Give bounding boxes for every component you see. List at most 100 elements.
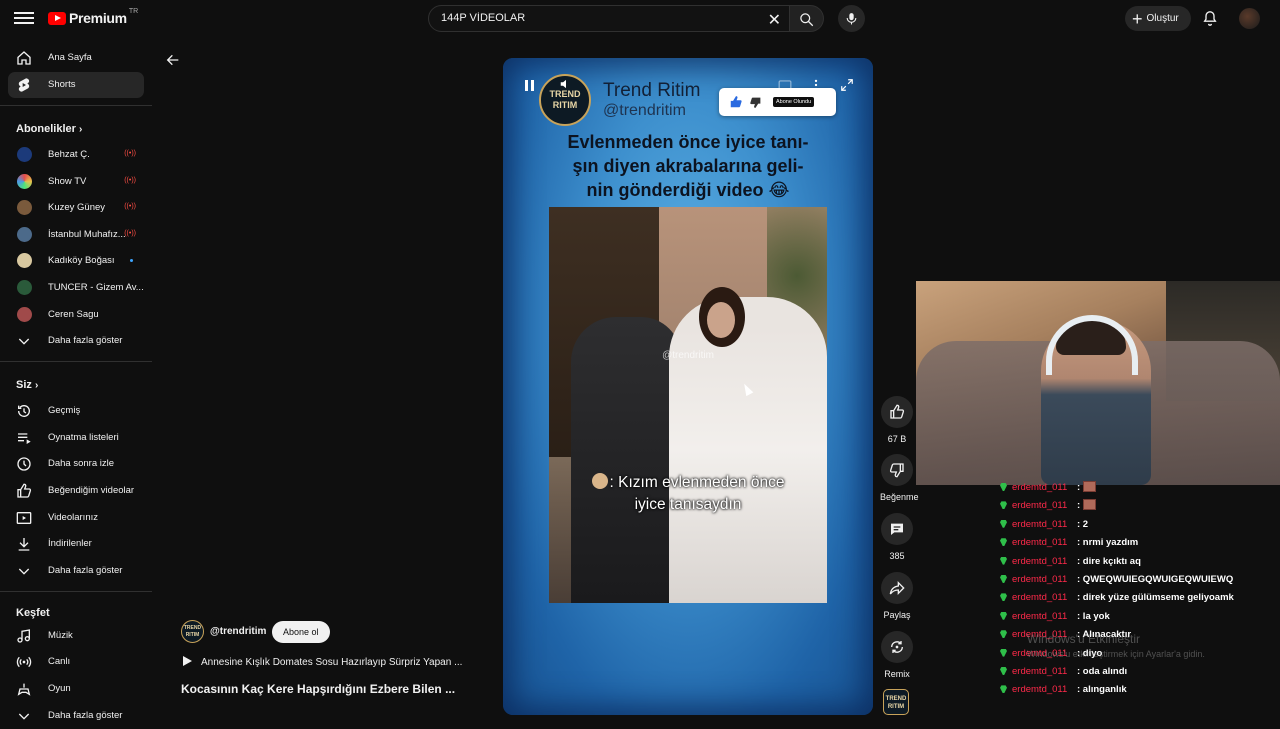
- voice-search-button[interactable]: [838, 5, 865, 32]
- live-indicator-icon: ((•)): [124, 230, 136, 237]
- sidebar-item-subscription[interactable]: Kadıköy Boğası: [8, 248, 144, 274]
- chevron-down-icon: [18, 338, 30, 345]
- dislike-button[interactable]: Beğenme: [880, 454, 919, 502]
- subscriptions-heading[interactable]: Abonelikler ›: [16, 123, 82, 135]
- remix-button[interactable]: Remix: [880, 631, 914, 679]
- chat-username[interactable]: erdemtd_011: [1012, 500, 1067, 511]
- channel-handle-link[interactable]: @trendritim: [210, 626, 266, 637]
- sidebar-item-label: Kuzey Güney: [48, 202, 106, 213]
- chat-username[interactable]: erdemtd_011: [1012, 611, 1067, 622]
- search-box[interactable]: ✕: [428, 5, 790, 32]
- subscribe-popup: Abone Olundu: [719, 88, 836, 116]
- menu-icon[interactable]: [14, 9, 34, 29]
- sidebar-item-label: TUNCER - Gizem Av...: [48, 282, 144, 293]
- pause-icon[interactable]: [525, 78, 537, 96]
- sidebar-item-history[interactable]: Geçmiş: [8, 398, 144, 424]
- like-button[interactable]: 67 B: [880, 396, 914, 444]
- chat-username[interactable]: erdemtd_011: [1012, 684, 1067, 695]
- search-icon: [800, 13, 814, 27]
- channel-pivot-avatar[interactable]: TREND RITIM: [883, 689, 909, 715]
- more-vertical-icon[interactable]: [809, 78, 823, 92]
- channel-avatar: [17, 253, 32, 268]
- notifications-bell-icon[interactable]: [1202, 10, 1218, 27]
- chevron-right-icon: ›: [78, 124, 83, 135]
- sidebar-item-liked-videos[interactable]: Beğendiğim videolar: [8, 478, 144, 504]
- subscribe-button[interactable]: Abone ol: [272, 621, 330, 643]
- chat-username[interactable]: erdemtd_011: [1012, 482, 1067, 493]
- chat-username[interactable]: erdemtd_011: [1012, 574, 1067, 585]
- sidebar-item-subscription[interactable]: TUNCER - Gizem Av...: [8, 275, 144, 301]
- create-label: Oluştur: [1146, 13, 1179, 24]
- sidebar-item-show-more[interactable]: Daha fazla göster: [8, 703, 144, 729]
- sidebar-item-label: Daha sonra izle: [48, 458, 115, 469]
- share-button[interactable]: Paylaş: [880, 572, 914, 620]
- sidebar-item-downloads[interactable]: İndirilenler: [8, 531, 144, 557]
- sidebar-item-subscription[interactable]: Behzat Ç. ((•)): [8, 142, 144, 168]
- captions-icon[interactable]: [777, 78, 793, 92]
- sidebar-item-label: Shorts: [48, 79, 76, 90]
- chat-username[interactable]: erdemtd_011: [1012, 556, 1067, 567]
- sidebar-item-subscription[interactable]: Show TV ((•)): [8, 169, 144, 195]
- kick-badge-icon: [1000, 519, 1007, 528]
- comments-button[interactable]: 385: [880, 513, 914, 561]
- clock-icon: [17, 457, 31, 471]
- thumbs-down-icon: [750, 97, 761, 108]
- fullscreen-icon[interactable]: [840, 78, 854, 92]
- sidebar-item-subscription[interactable]: Kuzey Güney ((•)): [8, 195, 144, 221]
- playlist-icon: [18, 433, 31, 444]
- sidebar: Ana Sayfa Shorts Abonelikler › Behzat Ç.…: [0, 40, 152, 721]
- search-button[interactable]: [790, 5, 824, 32]
- kick-badge-icon: [1000, 483, 1007, 491]
- related-video-link[interactable]: Annesine Kışlık Domates Sosu Hazırlayıp …: [183, 656, 462, 668]
- grandma-emoji-icon: [591, 473, 608, 489]
- sidebar-item-home[interactable]: Ana Sayfa: [8, 45, 144, 71]
- sidebar-item-playlists[interactable]: Oynatma listeleri: [8, 425, 144, 451]
- sidebar-item-label: Daha fazla göster: [48, 565, 123, 576]
- sidebar-item-subscription[interactable]: Ceren Sagu: [8, 302, 144, 328]
- chat-message: erdemtd_011: QWEQWUIEGQWUIGEQWUIEWQ: [995, 572, 1280, 590]
- back-arrow-icon[interactable]: [165, 52, 181, 68]
- sidebar-item-show-more[interactable]: Daha fazla göster: [8, 328, 144, 354]
- channel-avatar[interactable]: TREND RITIM: [181, 620, 204, 643]
- chat-text: : 2: [1077, 518, 1089, 530]
- brand-label: Premium: [69, 10, 127, 26]
- youtube-premium-logo[interactable]: Premium TR: [48, 8, 138, 26]
- kick-badge-icon: [1000, 648, 1007, 657]
- kick-badge-icon: [1000, 667, 1007, 675]
- sidebar-item-subscription[interactable]: İstanbul Muhafız... ((•)): [8, 222, 144, 248]
- sidebar-item-show-more[interactable]: Daha fazla göster: [8, 558, 144, 584]
- sidebar-item-music[interactable]: Müzik: [8, 623, 144, 649]
- video-watermark: @trendritim: [662, 350, 714, 361]
- sidebar-item-label: Müzik: [48, 630, 73, 641]
- sidebar-item-your-videos[interactable]: Videolarınız: [8, 505, 144, 531]
- divider: [0, 591, 152, 592]
- chat-username[interactable]: erdemtd_011: [1012, 537, 1067, 548]
- sidebar-item-watch-later[interactable]: Daha sonra izle: [8, 451, 144, 477]
- thumbs-down-icon: [889, 463, 904, 478]
- comment-icon: [891, 523, 903, 535]
- chat-text: : la yok: [1077, 610, 1110, 622]
- kick-badge-icon: [1000, 501, 1007, 510]
- channel-avatar: [17, 200, 32, 215]
- sidebar-item-gaming[interactable]: Oyun: [8, 676, 144, 702]
- search-input[interactable]: [441, 12, 751, 24]
- channel-avatar: [17, 307, 32, 322]
- chat-username[interactable]: erdemtd_011: [1012, 519, 1067, 530]
- dislike-label: Beğenme: [880, 492, 919, 502]
- short-title[interactable]: Kocasının Kaç Kere Hapşırdığını Ezbere B…: [181, 682, 455, 696]
- shorts-player[interactable]: TREND RITIM Trend Ritim @trendritim Abone…: [503, 58, 873, 715]
- chat-username[interactable]: erdemtd_011: [1012, 666, 1067, 677]
- create-button[interactable]: + Oluştur: [1125, 6, 1191, 31]
- clear-search-icon[interactable]: ✕: [768, 10, 781, 30]
- sidebar-item-label: Daha fazla göster: [48, 335, 123, 346]
- chat-text: : direk yüze gülümseme geliyoamk: [1077, 592, 1234, 604]
- sidebar-item-label: Ceren Sagu: [48, 309, 99, 320]
- sidebar-item-live[interactable]: Canlı: [8, 649, 144, 675]
- chat-text: : oda alındı: [1077, 666, 1128, 677]
- sidebar-item-shorts[interactable]: Shorts: [8, 72, 144, 98]
- you-heading[interactable]: Siz ›: [16, 379, 38, 391]
- sidebar-item-label: Beğendiğim videolar: [48, 485, 135, 496]
- volume-icon[interactable]: [559, 77, 573, 91]
- account-avatar[interactable]: [1239, 8, 1260, 29]
- chat-username[interactable]: erdemtd_011: [1012, 592, 1067, 603]
